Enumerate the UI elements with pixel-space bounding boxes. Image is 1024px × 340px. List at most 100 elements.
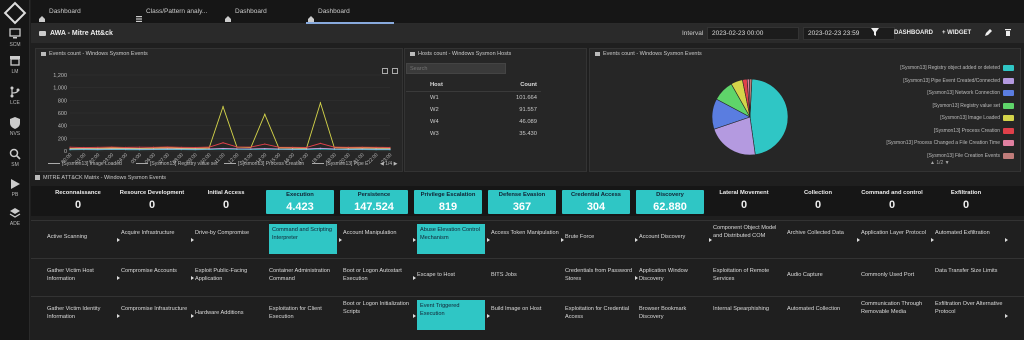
technique-cell[interactable]: Archive Collected Data xyxy=(787,230,855,238)
zoom-icon[interactable] xyxy=(392,68,398,74)
tab-dashboard-active[interactable]: Dashboard xyxy=(306,0,394,24)
technique-cell[interactable]: Data Transfer Size Limits xyxy=(935,268,1003,276)
technique-cell[interactable]: Exploit Public-Facing Application xyxy=(195,268,263,283)
expand-arrow-icon[interactable] xyxy=(931,238,934,242)
tab-dashboard-1[interactable]: Dashboard xyxy=(37,0,117,24)
expand-arrow-icon[interactable] xyxy=(339,238,342,242)
expand-arrow-icon[interactable] xyxy=(487,314,490,318)
delete-button[interactable] xyxy=(1005,24,1011,43)
interval-from-input[interactable]: 2023-02-23 00:00 xyxy=(707,27,799,40)
technique-cell[interactable]: Communication Through Removable Media xyxy=(861,301,929,316)
edit-button[interactable] xyxy=(985,24,992,43)
tactic-resource-development[interactable]: Resource Development 0 xyxy=(118,188,186,212)
expand-arrow-icon[interactable] xyxy=(561,238,564,242)
expand-arrow-icon[interactable] xyxy=(1005,238,1008,242)
technique-cell[interactable]: Credentials from Password Stores xyxy=(565,268,633,283)
tactic-exfiltration[interactable]: Exfiltration 0 xyxy=(932,188,1000,212)
col-host-header[interactable]: Host xyxy=(406,82,481,91)
expand-arrow-icon[interactable] xyxy=(117,238,120,242)
technique-cell[interactable]: Exfiltration Over Alternative Protocol xyxy=(935,301,1003,316)
technique-cell[interactable]: Drive-by Compromise xyxy=(195,230,263,238)
technique-cell[interactable]: Exploitation for Client Execution xyxy=(269,306,337,321)
technique-cell[interactable]: Gather Victim Identity Information xyxy=(47,306,115,321)
technique-cell[interactable]: Event Triggered Execution xyxy=(417,300,485,330)
technique-cell[interactable]: Application Layer Protocol xyxy=(861,230,929,238)
table-row[interactable]: W3 35.430 xyxy=(406,128,541,140)
sidebar-item-pb[interactable]: PB xyxy=(0,178,30,198)
technique-cell[interactable]: Build Image on Host xyxy=(491,306,559,314)
zoom-reset-icon[interactable] xyxy=(382,68,388,74)
tactic-initial-access[interactable]: Initial Access 0 xyxy=(192,188,260,212)
pie-legend-item[interactable]: [Sysmon13] Process Creation xyxy=(880,127,1020,137)
technique-cell[interactable]: Audio Capture xyxy=(787,272,855,280)
pie-legend-item[interactable]: [Sysmon13] Network Connection xyxy=(880,89,1020,99)
expand-arrow-icon[interactable] xyxy=(117,314,120,318)
tactic-privilege-escalation[interactable]: Privilege Escalation 819 xyxy=(414,190,482,214)
pie-legend-item[interactable]: [Sysmon13] Registry value set xyxy=(880,102,1020,112)
technique-cell[interactable]: Account Discovery xyxy=(639,234,707,242)
tactic-lateral-movement[interactable]: Lateral Movement 0 xyxy=(710,188,778,212)
technique-cell[interactable]: Access Token Manipulation xyxy=(491,230,559,238)
expand-arrow-icon[interactable] xyxy=(857,238,860,242)
legend-item[interactable]: [Sysmon13] Image Loaded xyxy=(48,161,122,167)
pie-legend-item[interactable]: [Sysmon13] Process Changed a File Creati… xyxy=(880,139,1020,149)
technique-cell[interactable]: Container Administration Command xyxy=(269,268,337,283)
technique-cell[interactable]: Browser Bookmark Discovery xyxy=(639,306,707,321)
technique-cell[interactable]: Exploitation of Remote Services xyxy=(713,268,781,283)
add-widget-button[interactable]: + WIDGET xyxy=(942,24,971,43)
table-row[interactable]: W2 91.557 xyxy=(406,104,541,116)
tactic-credential-access[interactable]: Credential Access 304 xyxy=(562,190,630,214)
technique-cell[interactable]: Automated Exfiltration xyxy=(935,230,1003,238)
legend-pager[interactable]: ◀ 1/4 ▶ xyxy=(380,161,397,167)
expand-arrow-icon[interactable] xyxy=(191,238,194,242)
legend-item[interactable]: [Sysmon13] Pipe E xyxy=(312,161,369,167)
expand-arrow-icon[interactable] xyxy=(635,238,638,242)
sidebar-item-lm[interactable]: LM xyxy=(0,55,30,75)
technique-cell[interactable]: Compromise Accounts xyxy=(121,268,189,276)
technique-cell[interactable]: Acquire Infrastructure xyxy=(121,230,189,238)
table-row[interactable]: W1 101.664 xyxy=(406,92,541,104)
app-logo[interactable] xyxy=(3,1,27,25)
expand-arrow-icon[interactable] xyxy=(635,276,638,280)
technique-cell[interactable]: Exploitation for Credential Access xyxy=(565,306,633,321)
technique-cell[interactable]: BITS Jobs xyxy=(491,272,559,280)
pie-legend-item[interactable]: [Sysmon13] Image Loaded xyxy=(880,114,1020,124)
tactic-execution[interactable]: Execution 4.423 xyxy=(266,190,334,214)
dashboard-button[interactable]: DASHBOARD xyxy=(894,24,933,43)
expand-arrow-icon[interactable] xyxy=(191,314,194,318)
technique-cell[interactable]: Active Scanning xyxy=(47,234,115,242)
pie-legend-item[interactable]: [Sysmon13] File Creation Events xyxy=(880,152,1020,162)
technique-cell[interactable]: Boot or Logon Initialization Scripts xyxy=(343,301,411,316)
filter-button[interactable] xyxy=(871,24,879,43)
technique-cell[interactable]: Hardware Additions xyxy=(195,310,263,318)
tactic-discovery[interactable]: Discovery 62.880 xyxy=(636,190,704,214)
table-row[interactable]: W4 46.089 xyxy=(406,116,541,128)
sidebar-item-lce[interactable]: LCE xyxy=(0,86,30,106)
expand-arrow-icon[interactable] xyxy=(1005,314,1008,318)
tab-class-pattern[interactable]: Class/Pattern analy... xyxy=(134,0,234,24)
technique-cell[interactable]: Escape to Host xyxy=(417,272,485,280)
technique-cell[interactable]: Compromise Infrastructure xyxy=(121,306,189,314)
tactic-reconnaissance[interactable]: Reconnaissance 0 xyxy=(44,188,112,212)
sidebar-item-nvs[interactable]: NVS xyxy=(0,117,30,137)
col-count-header[interactable]: Count xyxy=(481,82,541,91)
sidebar-item-sm[interactable]: SM xyxy=(0,148,30,168)
expand-arrow-icon[interactable] xyxy=(117,276,120,280)
technique-cell[interactable]: Commonly Used Port xyxy=(861,272,929,280)
host-search-input[interactable] xyxy=(406,63,506,74)
interval-to-input[interactable]: 2023-02-23 23:59 xyxy=(803,27,895,40)
tactic-persistence[interactable]: Persistence 147.524 xyxy=(340,190,408,214)
legend-item[interactable]: [Sysmon13] Process Creation xyxy=(224,161,304,167)
tactic-command-and-control[interactable]: Command and control 0 xyxy=(858,188,926,212)
technique-cell[interactable]: Automated Collection xyxy=(787,306,855,314)
technique-cell[interactable]: Application Window Discovery xyxy=(639,268,707,283)
expand-arrow-icon[interactable] xyxy=(413,276,416,280)
expand-arrow-icon[interactable] xyxy=(191,276,194,280)
legend-item[interactable]: [Sysmon13] Registry value set xyxy=(136,161,218,167)
expand-arrow-icon[interactable] xyxy=(413,238,416,242)
technique-cell[interactable]: Abuse Elevation Control Mechanism xyxy=(417,224,485,254)
expand-arrow-icon[interactable] xyxy=(413,314,416,318)
technique-cell[interactable]: Boot or Logon Autostart Execution xyxy=(343,268,411,283)
technique-cell[interactable]: Gather Victim Host Information xyxy=(47,268,115,283)
tactic-defense-evasion[interactable]: Defense Evasion 367 xyxy=(488,190,556,214)
